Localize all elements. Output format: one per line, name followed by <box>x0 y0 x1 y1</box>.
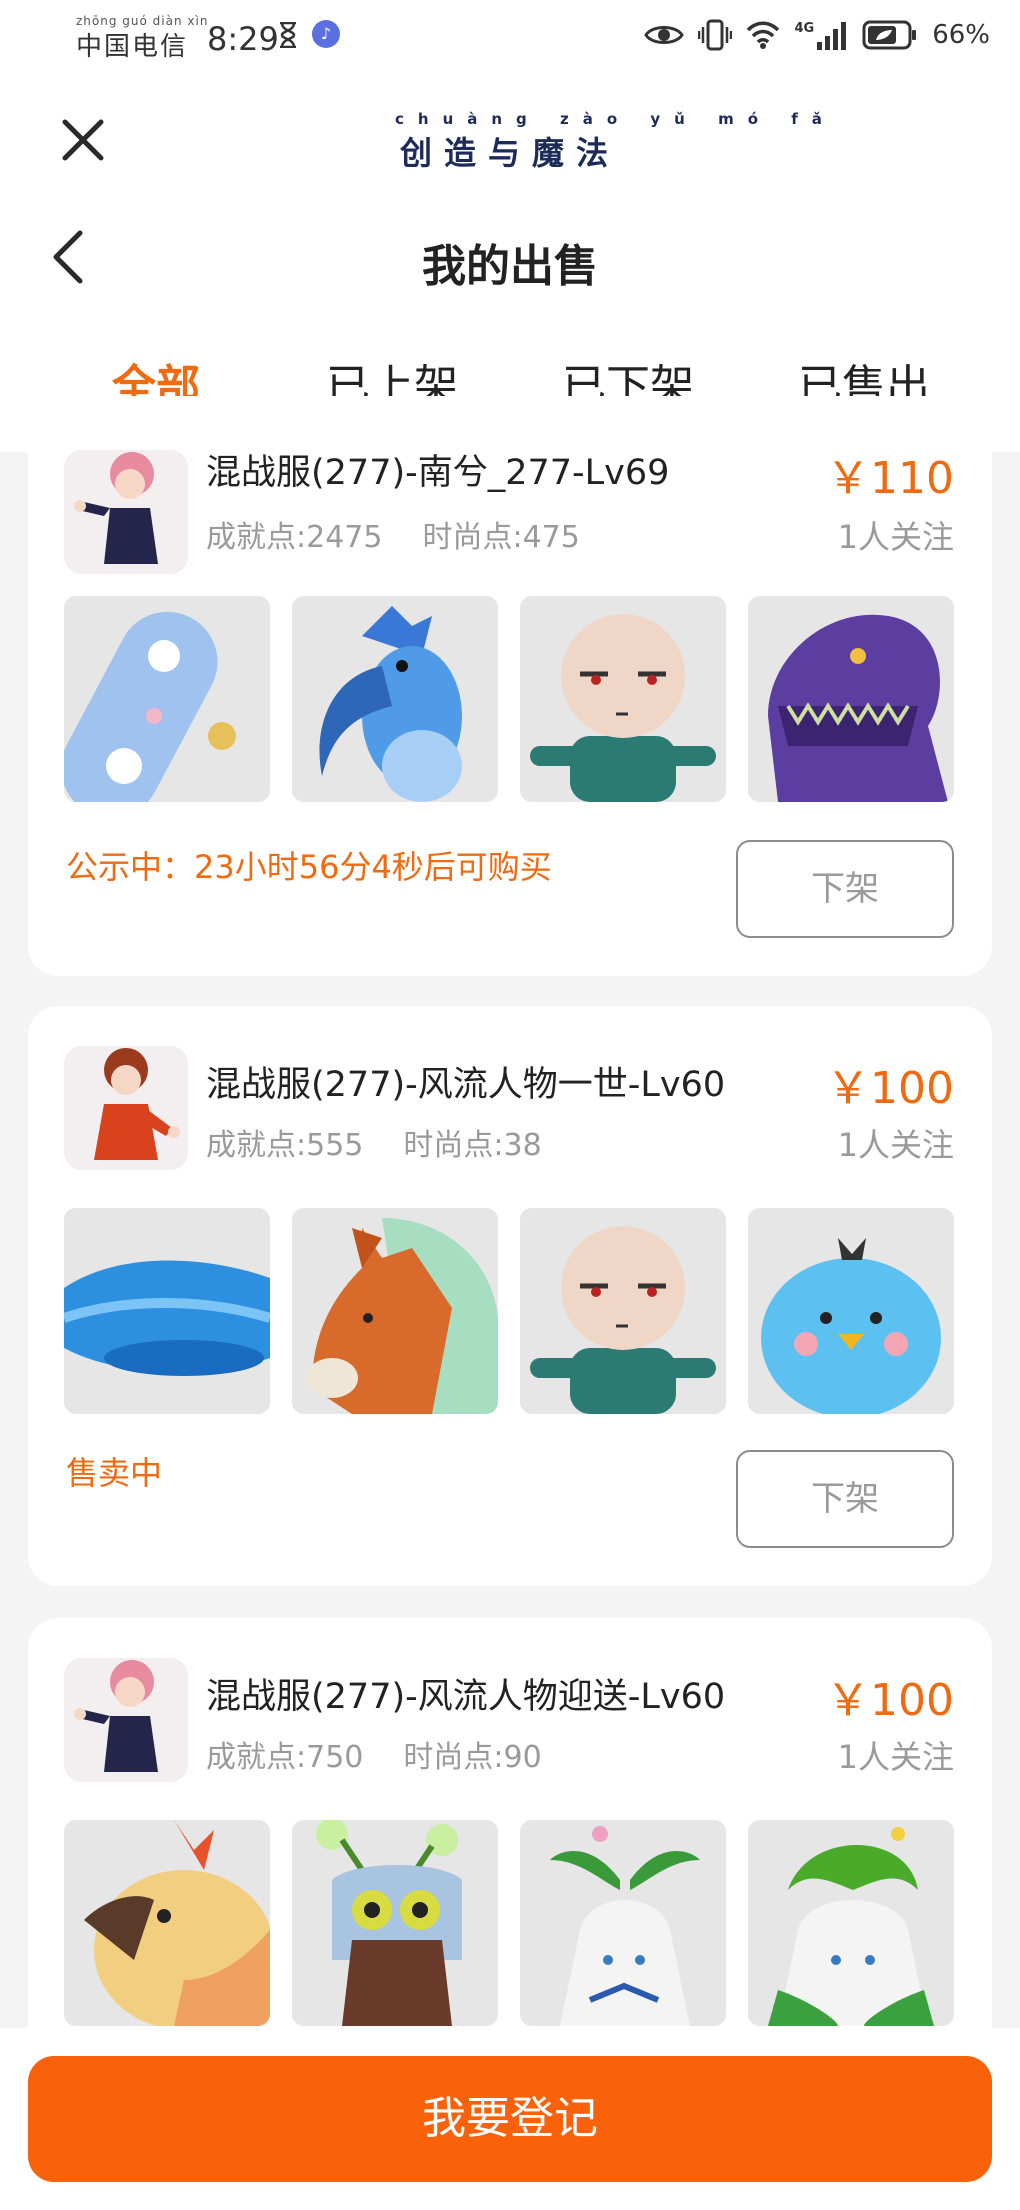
item-thumbnails <box>64 1820 954 2026</box>
delist-button[interactable]: 下架 <box>736 1450 954 1548</box>
listing-stats: 成就点:555 时尚点:38 <box>206 1120 542 1164</box>
listing-stats: 成就点:750 时尚点:90 <box>206 1732 542 1776</box>
status-bar: zhōng guó diàn xìn 中国电信 8:29 ♪ 4G 66% <box>0 0 1020 72</box>
follower-count: 1人关注 <box>837 1738 954 1776</box>
blue-bird-thumb[interactable] <box>292 596 498 802</box>
purple-dinosaur-thumb[interactable] <box>748 596 954 802</box>
delist-button[interactable]: 下架 <box>736 840 954 938</box>
register-button[interactable]: 我要登记 <box>28 2056 992 2182</box>
close-icon[interactable] <box>60 117 106 163</box>
achievement-points: 成就点:750 <box>206 1740 364 1775</box>
logo-title: 创造与魔法 <box>399 134 620 172</box>
character-avatar <box>64 1658 188 1782</box>
antler-creature-thumb[interactable] <box>292 1820 498 2026</box>
follower-count: 1人关注 <box>837 518 954 556</box>
bottom-bar: 我要登记 <box>0 2028 1020 2210</box>
listing-card[interactable]: 混战服(277)-风流人物一世-Lv60 ￥100 成就点:555 时尚点:38 … <box>28 1006 992 1586</box>
listing-status: 售卖中 <box>66 1454 163 1492</box>
logo-pinyin: chuàng zào yǔ mó fǎ <box>395 110 836 128</box>
listing-price: ￥100 <box>826 1063 954 1114</box>
character-avatar <box>64 450 188 574</box>
skateboard-thumb[interactable] <box>64 596 270 802</box>
achievement-points: 成就点:2475 <box>206 520 383 555</box>
carrier-name: 中国电信 <box>76 32 189 62</box>
clock: 8:29 <box>207 20 279 58</box>
blue-whale-thumb[interactable] <box>64 1208 270 1414</box>
battery-level: 66% <box>932 20 990 50</box>
vibrate-icon <box>698 19 733 51</box>
item-thumbnails <box>64 596 954 802</box>
listing-status: 公示中：23小时56分4秒后可购买 <box>66 848 552 886</box>
wifi-icon <box>747 21 780 49</box>
signal-icon <box>817 22 847 50</box>
battery-icon <box>862 20 917 50</box>
fashion-points: 时尚点:38 <box>403 1128 542 1163</box>
listing-card[interactable]: 混战服(277)-南兮_277-Lv69 ￥110 成就点:2475 时尚点:47… <box>28 396 992 976</box>
hourglass-icon <box>280 22 296 48</box>
listing-title: 混战服(277)-风流人物一世-Lv60 <box>206 1065 726 1105</box>
listing-title: 混战服(277)-风流人物迎送-Lv60 <box>206 1677 726 1717</box>
bald-character-thumb[interactable] <box>520 596 726 802</box>
listing-stats: 成就点:2475 时尚点:475 <box>206 512 580 556</box>
phoenix-thumb[interactable] <box>64 1820 270 2026</box>
character-avatar <box>64 1046 188 1170</box>
status-icons: 4G 66% <box>644 18 990 52</box>
bald-character-thumb[interactable] <box>520 1208 726 1414</box>
page-title: 我的出售 <box>422 241 598 292</box>
eye-icon <box>644 26 685 44</box>
header: chuàng zào yǔ mó fǎ 创造与魔法 我的出售 全部 已上架 已下… <box>0 72 1020 452</box>
network-type: 4G <box>794 20 815 36</box>
app-logo: chuàng zào yǔ mó fǎ 创造与魔法 <box>395 110 836 174</box>
sprout-spirit-thumb[interactable] <box>520 1820 726 2026</box>
music-icon: ♪ <box>312 20 340 48</box>
item-thumbnails <box>64 1208 954 1414</box>
follower-count: 1人关注 <box>837 1126 954 1164</box>
orange-horse-thumb[interactable] <box>292 1208 498 1414</box>
carrier: zhōng guó diàn xìn 中国电信 <box>76 14 208 63</box>
fashion-points: 时尚点:475 <box>422 520 580 555</box>
listing-price: ￥110 <box>826 453 954 504</box>
blue-chick-thumb[interactable] <box>748 1208 954 1414</box>
fashion-points: 时尚点:90 <box>403 1740 542 1775</box>
achievement-points: 成就点:555 <box>206 1128 364 1163</box>
leaf-spirit-thumb[interactable] <box>748 1820 954 2026</box>
listing-price: ￥100 <box>826 1675 954 1726</box>
listing-title: 混战服(277)-南兮_277-Lv69 <box>206 453 670 493</box>
